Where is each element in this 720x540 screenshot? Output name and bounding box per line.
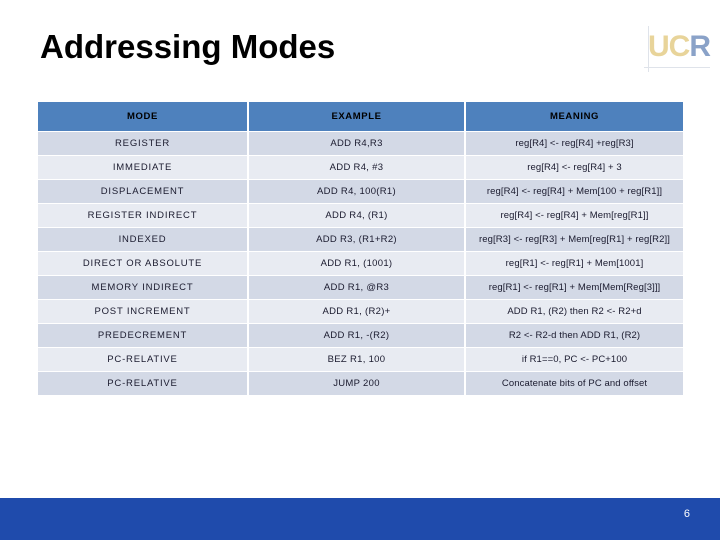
table-cell-mode: INDEXED <box>38 228 249 251</box>
table-cell-meaning: reg[R4] <- reg[R4] + Mem[reg[R1]] <box>466 204 683 227</box>
table-row: POST INCREMENT ADD R1, (R2)+ ADD R1, (R2) … <box>38 300 683 323</box>
page-title: Addressing Modes <box>40 28 336 65</box>
table-row: PREDECREMENT ADD R1, -(R2) R2 <- R2-d then… <box>38 324 683 347</box>
table-cell-example: ADD R1, (R2)+ <box>249 300 466 323</box>
table-row: MEMORY INDIRECT ADD R1, @R3 reg[R1] <- reg… <box>38 276 683 299</box>
logo-letter-u: U <box>648 30 670 63</box>
table-cell-example: ADD R4, #3 <box>249 156 466 179</box>
table-cell-meaning: if R1==0, PC <- PC+100 <box>466 348 683 371</box>
table-cell-example: ADD R1, -(R2) <box>249 324 466 347</box>
logo-horizontal-rule <box>644 67 710 68</box>
table-cell-mode: REGISTER INDIRECT <box>38 204 249 227</box>
table-cell-example: ADD R3, (R1+R2) <box>249 228 466 251</box>
table-cell-meaning: reg[R1] <- reg[R1] + Mem[Mem[Reg[3]]] <box>466 276 683 299</box>
table-cell-meaning: R2 <- R2-d then ADD R1, (R2) <box>466 324 683 347</box>
table-cell-meaning: reg[R4] <- reg[R4] +reg[R3] <box>466 132 683 155</box>
table-cell-meaning: reg[R1] <- reg[R1] + Mem[1001] <box>466 252 683 275</box>
column-header-mode: MODE <box>38 102 249 131</box>
table-cell-example: ADD R1, (1001) <box>249 252 466 275</box>
table-cell-meaning: reg[R4] <- reg[R4] + Mem[100 + reg[R1]] <box>466 180 683 203</box>
table-cell-meaning: reg[R4] <- reg[R4] + 3 <box>466 156 683 179</box>
addressing-modes-table: MODE EXAMPLE MEANING REGISTER ADD R4,R3 re… <box>38 101 683 396</box>
table-row: PC-RELATIVE BEZ R1, 100 if R1==0, PC <- PC… <box>38 348 683 371</box>
table-cell-example: ADD R1, @R3 <box>249 276 466 299</box>
table-cell-meaning: Concatenate bits of PC and offset <box>466 372 683 395</box>
table-row: PC-RELATIVE JUMP 200 Concatenate bits of P… <box>38 372 683 395</box>
table-cell-mode: IMMEDIATE <box>38 156 249 179</box>
table-cell-mode: PREDECREMENT <box>38 324 249 347</box>
ucr-logo: UCR <box>644 26 711 72</box>
table-row: REGISTER INDIRECT ADD R4, (R1) reg[R4] <- … <box>38 204 683 227</box>
table-row: DISPLACEMENT ADD R4, 100(R1) reg[R4] <- re… <box>38 180 683 203</box>
table-header-row: MODE EXAMPLE MEANING <box>38 102 683 131</box>
logo-letter-r: R <box>689 30 711 63</box>
table-cell-example: ADD R4,R3 <box>249 132 466 155</box>
table-row: DIRECT OR ABSOLUTE ADD R1, (1001) reg[R1] … <box>38 252 683 275</box>
footer-bar: 6 <box>0 498 720 540</box>
table-row: IMMEDIATE ADD R4, #3 reg[R4] <- reg[R4] + … <box>38 156 683 179</box>
table-cell-mode: PC-RELATIVE <box>38 372 249 395</box>
table-cell-mode: REGISTER <box>38 132 249 155</box>
table-cell-mode: DISPLACEMENT <box>38 180 249 203</box>
table-cell-example: ADD R4, (R1) <box>249 204 466 227</box>
table-row: INDEXED ADD R3, (R1+R2) reg[R3] <- reg[R3]… <box>38 228 683 251</box>
table-cell-example: ADD R4, 100(R1) <box>249 180 466 203</box>
table-cell-example: BEZ R1, 100 <box>249 348 466 371</box>
logo-letter-c: C <box>668 30 691 63</box>
table-cell-meaning: ADD R1, (R2) then R2 <- R2+d <box>466 300 683 323</box>
table-cell-example: JUMP 200 <box>249 372 466 395</box>
table-cell-mode: MEMORY INDIRECT <box>38 276 249 299</box>
table-cell-mode: PC-RELATIVE <box>38 348 249 371</box>
page-number: 6 <box>683 508 690 520</box>
table-cell-mode: DIRECT OR ABSOLUTE <box>38 252 249 275</box>
logo-vertical-rule <box>648 26 649 72</box>
table-row: REGISTER ADD R4,R3 reg[R4] <- reg[R4] +reg… <box>38 132 683 155</box>
table-cell-mode: POST INCREMENT <box>38 300 249 323</box>
table-cell-meaning: reg[R3] <- reg[R3] + Mem[reg[R1] + reg[R… <box>466 228 683 251</box>
column-header-meaning: MEANING <box>466 102 683 131</box>
column-header-example: EXAMPLE <box>249 102 466 131</box>
